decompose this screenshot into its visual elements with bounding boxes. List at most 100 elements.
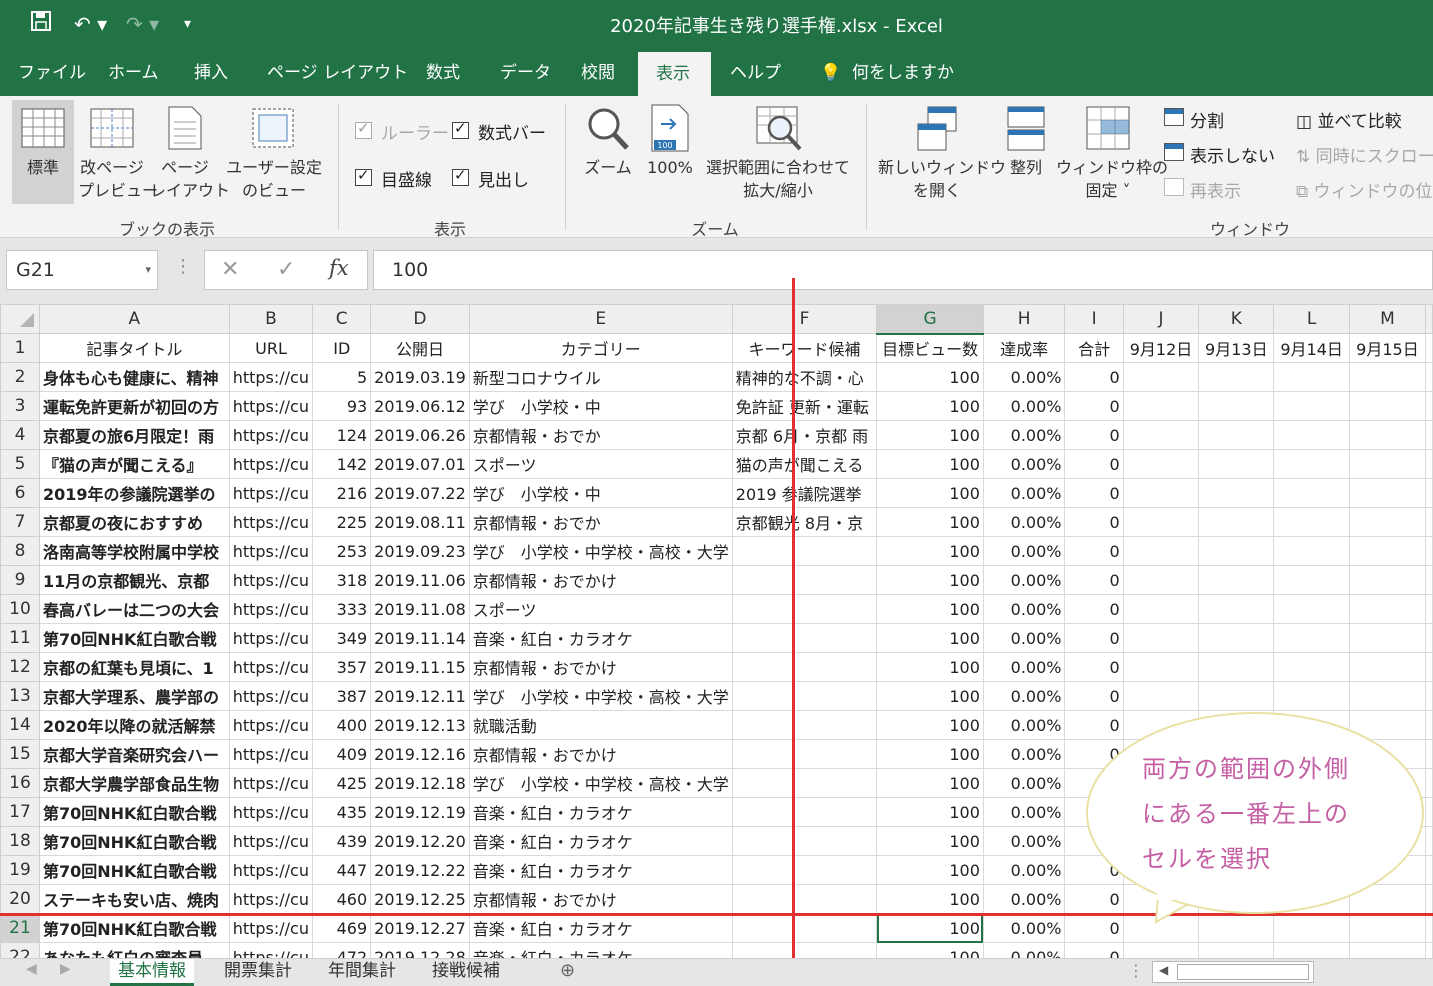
- tab-file[interactable]: ファイル: [4, 50, 100, 96]
- normal-view-button[interactable]: 標準: [12, 100, 74, 204]
- row-number[interactable]: 14: [0, 710, 40, 740]
- cell[interactable]: [1348, 449, 1427, 479]
- cell-url[interactable]: https://cu: [228, 739, 314, 769]
- row-number[interactable]: 12: [0, 652, 40, 682]
- cell-total[interactable]: 0: [1064, 913, 1124, 943]
- row-number[interactable]: 6: [0, 478, 40, 508]
- cell-total[interactable]: 0: [1064, 565, 1124, 595]
- cell[interactable]: [1348, 362, 1427, 392]
- cell-date[interactable]: 2019.12.20: [370, 826, 470, 856]
- column-header[interactable]: A: [39, 304, 230, 334]
- cell[interactable]: [1425, 681, 1433, 711]
- cell-id[interactable]: 409: [312, 739, 372, 769]
- cell-url[interactable]: https://cu: [228, 797, 314, 827]
- cell-rate[interactable]: 0.00%: [982, 739, 1066, 769]
- cell[interactable]: [1122, 478, 1200, 508]
- cell-date[interactable]: 2019.07.22: [370, 478, 470, 508]
- cell-target-views[interactable]: 100: [876, 710, 984, 740]
- cell-total[interactable]: 0: [1064, 507, 1124, 537]
- cell-total[interactable]: 0: [1064, 362, 1124, 392]
- cell-id[interactable]: 93: [312, 391, 372, 421]
- cell-category[interactable]: スポーツ: [468, 594, 733, 624]
- tab-view[interactable]: 表示: [638, 52, 711, 96]
- cell-rate[interactable]: 0.00%: [982, 913, 1066, 943]
- cell-keyword[interactable]: [731, 681, 878, 711]
- cell-date[interactable]: 2019.12.16: [370, 739, 470, 769]
- cell-date[interactable]: 2019.12.18: [370, 768, 470, 798]
- column-header[interactable]: B: [228, 304, 314, 334]
- column-header[interactable]: M: [1348, 304, 1427, 334]
- cell[interactable]: [1122, 652, 1200, 682]
- tab-home[interactable]: ホーム: [94, 50, 173, 96]
- cell-id[interactable]: 439: [312, 826, 372, 856]
- cell-url[interactable]: https://cu: [228, 536, 314, 566]
- cell-id[interactable]: 333: [312, 594, 372, 624]
- cell-total[interactable]: 0: [1064, 420, 1124, 450]
- arrange-all-button[interactable]: 整列: [1000, 100, 1052, 204]
- cell-title[interactable]: 京都大学音楽研究会ハー: [39, 739, 230, 769]
- cell-target-views[interactable]: 100: [876, 362, 984, 392]
- tell-me-search[interactable]: 💡 何をしますか: [806, 50, 968, 96]
- cell-target-views[interactable]: 100: [876, 507, 984, 537]
- cell-category[interactable]: 学び 小学校・中: [468, 391, 733, 421]
- column-header[interactable]: L: [1273, 304, 1350, 334]
- cell-target-views[interactable]: 100: [876, 420, 984, 450]
- row-number[interactable]: 19: [0, 855, 40, 885]
- cell[interactable]: [1425, 623, 1433, 653]
- cell-total[interactable]: 0: [1064, 449, 1124, 479]
- header-cell[interactable]: 記事タイトル: [39, 333, 230, 363]
- cell-target-views[interactable]: 100: [876, 913, 984, 943]
- cell-total[interactable]: 0: [1064, 478, 1124, 508]
- column-header[interactable]: J: [1122, 304, 1200, 334]
- cell[interactable]: [1425, 884, 1433, 914]
- tab-formulas[interactable]: 数式: [412, 50, 474, 96]
- cell-id[interactable]: 460: [312, 884, 372, 914]
- cell-target-views[interactable]: 100: [876, 594, 984, 624]
- cell-id[interactable]: 318: [312, 565, 372, 595]
- column-header[interactable]: C: [312, 304, 372, 334]
- row-number[interactable]: 2: [0, 362, 40, 392]
- sheet-tab-close-race[interactable]: 接戦候補: [424, 959, 508, 986]
- cell-keyword[interactable]: [731, 623, 878, 653]
- cell[interactable]: [1425, 739, 1433, 769]
- row-number[interactable]: 3: [0, 391, 40, 421]
- cell-keyword[interactable]: [731, 710, 878, 740]
- header-cell[interactable]: カテゴリー: [468, 333, 733, 363]
- cell[interactable]: [1198, 507, 1275, 537]
- header-cell[interactable]: URL: [228, 333, 314, 363]
- cell[interactable]: [1348, 652, 1427, 682]
- cell[interactable]: [1273, 420, 1350, 450]
- cell[interactable]: [1425, 565, 1433, 595]
- cell-title[interactable]: 京都夏の夜におすすめ: [39, 507, 230, 537]
- cell-target-views[interactable]: 100: [876, 652, 984, 682]
- tab-page-layout[interactable]: ページ レイアウト: [253, 50, 422, 96]
- cell-rate[interactable]: 0.00%: [982, 478, 1066, 508]
- cell-keyword[interactable]: [731, 855, 878, 885]
- cell[interactable]: [1122, 681, 1200, 711]
- cell-title[interactable]: 2020年以降の就活解禁: [39, 710, 230, 740]
- row-number[interactable]: 15: [0, 739, 40, 769]
- cell-category[interactable]: 就職活動: [468, 710, 733, 740]
- reset-window-position-button[interactable]: ⧉ ウィンドウの位置: [1296, 177, 1433, 202]
- page-layout-view-button[interactable]: ページ レイアウト: [150, 100, 230, 204]
- tab-data[interactable]: データ: [486, 50, 565, 96]
- cell-url[interactable]: https://cu: [228, 507, 314, 537]
- cell-id[interactable]: 357: [312, 652, 372, 682]
- header-cell[interactable]: 9月14日: [1273, 333, 1350, 363]
- cell-rate[interactable]: 0.00%: [982, 565, 1066, 595]
- cell-category[interactable]: 新型コロナウイル: [468, 362, 733, 392]
- row-number[interactable]: 4: [0, 420, 40, 450]
- cell[interactable]: [1425, 594, 1433, 624]
- cell[interactable]: [1425, 826, 1433, 856]
- cell-date[interactable]: 2019.12.25: [370, 884, 470, 914]
- column-header[interactable]: G: [876, 304, 984, 335]
- cell-target-views[interactable]: 100: [876, 565, 984, 595]
- cell-url[interactable]: https://cu: [228, 681, 314, 711]
- cell-rate[interactable]: 0.00%: [982, 594, 1066, 624]
- cell-category[interactable]: 京都情報・おでかけ: [468, 739, 733, 769]
- cell-rate[interactable]: 0.00%: [982, 391, 1066, 421]
- cell-title[interactable]: 運転免許更新が初回の方: [39, 391, 230, 421]
- cell[interactable]: [1198, 536, 1275, 566]
- row-number[interactable]: 7: [0, 507, 40, 537]
- cell-category[interactable]: 学び 小学校・中学校・高校・大学: [468, 768, 733, 798]
